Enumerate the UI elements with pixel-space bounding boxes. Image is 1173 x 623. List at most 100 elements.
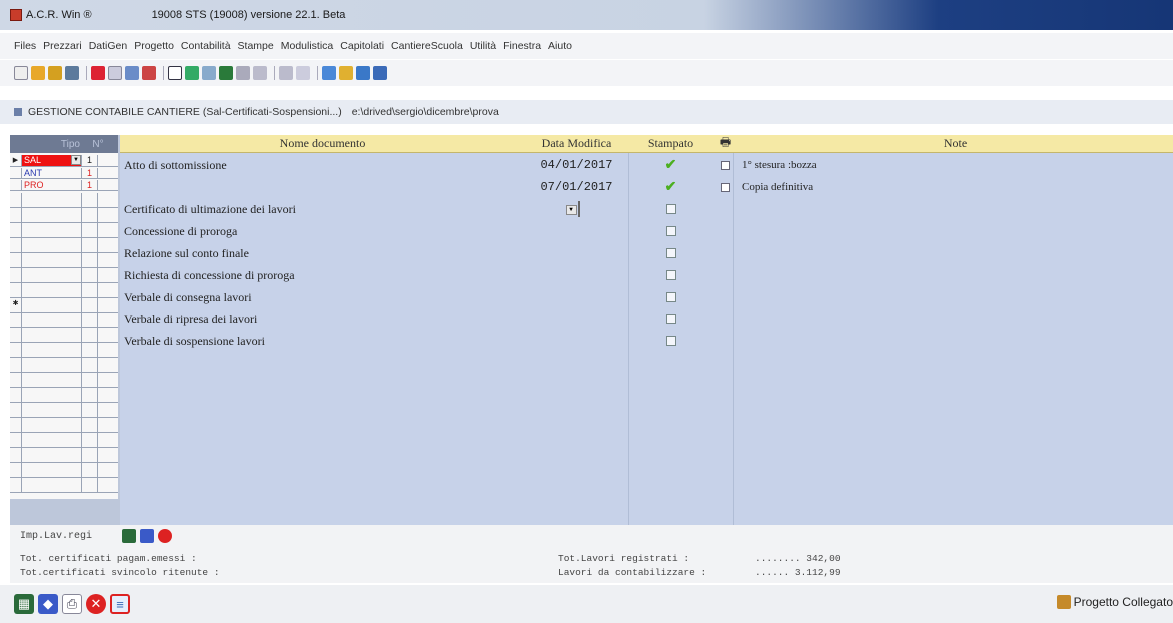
menu-capitolati[interactable]: Capitolati xyxy=(340,40,384,52)
table-row[interactable] xyxy=(10,313,118,328)
printed-check-icon[interactable]: ✔ xyxy=(628,157,713,174)
redo-icon[interactable] xyxy=(296,66,310,80)
table-row[interactable]: Atto di sottomissione 04/01/2017 ✔ 1° st… xyxy=(120,154,1173,176)
menu-modulistica[interactable]: Modulistica xyxy=(281,40,334,52)
columns-icon[interactable] xyxy=(253,66,267,80)
printed-checkbox[interactable] xyxy=(628,204,713,214)
table-row[interactable] xyxy=(10,388,118,403)
table-row[interactable]: 07/01/2017 ✔ Copia definitiva xyxy=(120,176,1173,198)
note-icon[interactable] xyxy=(713,182,738,192)
printed-checkbox[interactable] xyxy=(628,336,713,346)
table-row[interactable]: ANT 1 xyxy=(10,168,118,179)
close-icon[interactable] xyxy=(158,529,172,543)
table-row[interactable]: ✱ xyxy=(10,298,118,313)
table-row[interactable] xyxy=(10,328,118,343)
table-row[interactable]: PRO 1 xyxy=(10,180,118,191)
table-row[interactable] xyxy=(10,478,118,493)
chevron-down-icon[interactable]: ▼ xyxy=(71,155,81,165)
type-cell[interactable]: SAL ▼ xyxy=(22,155,82,166)
header-printed[interactable]: Stampato xyxy=(628,136,713,151)
note-icon[interactable] xyxy=(713,160,738,170)
certificates-release-label: Tot.certificati svincolo ritenute : xyxy=(20,567,220,578)
header-name[interactable]: Nome documento xyxy=(120,136,525,151)
table-row[interactable] xyxy=(10,403,118,418)
table-row[interactable] xyxy=(10,373,118,388)
menu-stampe[interactable]: Stampe xyxy=(238,40,274,52)
preview-icon[interactable] xyxy=(168,66,182,80)
bottom-toolbar: ▦ ◆ ⎙ ✕ ≡ xyxy=(0,585,1173,623)
print-icon[interactable]: ⎙ xyxy=(62,594,82,614)
table-row[interactable] xyxy=(10,433,118,448)
header-date[interactable]: Data Modifica xyxy=(525,136,628,151)
table-row[interactable] xyxy=(10,463,118,478)
menu-datigen[interactable]: DatiGen xyxy=(89,40,128,52)
menu-contabilita[interactable]: Contabilità xyxy=(181,40,231,52)
table-row[interactable] xyxy=(10,418,118,433)
printer-icon[interactable]: 🖶 xyxy=(713,133,738,154)
table-row[interactable]: Concessione di proroga xyxy=(120,220,1173,242)
link-icon[interactable] xyxy=(125,66,139,80)
chart-icon[interactable] xyxy=(185,66,199,80)
menu-utilita[interactable]: Utilità xyxy=(470,40,496,52)
calculator-icon[interactable]: ▦ xyxy=(14,594,34,614)
table-row[interactable] xyxy=(10,448,118,463)
sort-icon[interactable] xyxy=(236,66,250,80)
undo-icon[interactable] xyxy=(279,66,293,80)
copy-icon[interactable] xyxy=(108,66,122,80)
table-row[interactable] xyxy=(10,193,118,208)
close-doc-icon[interactable] xyxy=(91,66,105,80)
open-folder-icon[interactable] xyxy=(31,66,45,80)
table-row[interactable]: Richiesta di concessione di proroga xyxy=(120,264,1173,286)
table-row[interactable] xyxy=(10,238,118,253)
printed-checkbox[interactable] xyxy=(628,270,713,280)
monitor-icon[interactable] xyxy=(373,66,387,80)
report-icon[interactable]: ≡ xyxy=(110,594,130,614)
window-icon[interactable] xyxy=(322,66,336,80)
table-row[interactable] xyxy=(10,223,118,238)
menu-progetto[interactable]: Progetto xyxy=(134,40,174,52)
table-row[interactable]: Certificato di ultimazione dei lavori ▼ xyxy=(120,198,1173,220)
table-row[interactable]: Relazione sul conto finale xyxy=(120,242,1173,264)
menu-cantierescuola[interactable]: CantiereScuola xyxy=(391,40,463,52)
cancel-icon[interactable]: ✕ xyxy=(86,594,106,614)
eraser-icon[interactable] xyxy=(140,529,154,543)
table-row[interactable] xyxy=(10,358,118,373)
menu-prezzari[interactable]: Prezzari xyxy=(43,40,82,52)
new-row-icon: ✱ xyxy=(10,298,22,312)
menu-files[interactable]: Files xyxy=(14,40,36,52)
archive-icon[interactable] xyxy=(65,66,79,80)
folder-icon[interactable] xyxy=(202,66,216,80)
table-row[interactable] xyxy=(10,283,118,298)
table-row[interactable] xyxy=(10,253,118,268)
calc-icon[interactable] xyxy=(122,529,136,543)
printed-checkbox[interactable] xyxy=(628,314,713,324)
date-combo[interactable]: ▼ xyxy=(565,201,580,217)
help-icon[interactable] xyxy=(339,66,353,80)
calendar-icon[interactable] xyxy=(142,66,156,80)
table-row[interactable] xyxy=(10,208,118,223)
table-row[interactable]: Verbale di consegna lavori xyxy=(120,286,1173,308)
menu-finestra[interactable]: Finestra xyxy=(503,40,541,52)
printed-checkbox[interactable] xyxy=(628,248,713,258)
table-row[interactable]: Verbale di sospensione lavori xyxy=(120,330,1173,352)
table-row[interactable] xyxy=(10,268,118,283)
type-cell[interactable]: ANT xyxy=(22,168,82,178)
table-row[interactable]: ▶ SAL ▼ 1 xyxy=(10,155,118,167)
chevron-down-icon[interactable]: ▼ xyxy=(565,205,577,215)
wizard-icon[interactable] xyxy=(48,66,62,80)
excel-icon[interactable] xyxy=(219,66,233,80)
type-cell[interactable]: PRO xyxy=(22,180,82,190)
linked-project-button[interactable]: Progetto Collegato xyxy=(1056,595,1173,609)
new-file-icon[interactable] xyxy=(14,66,28,80)
printed-checkbox[interactable] xyxy=(628,292,713,302)
table-row[interactable] xyxy=(10,343,118,358)
table-row[interactable]: Verbale di ripresa dei lavori xyxy=(120,308,1173,330)
header-note[interactable]: Note xyxy=(738,136,1173,151)
printed-checkbox[interactable] xyxy=(628,226,713,236)
search-icon[interactable] xyxy=(356,66,370,80)
eraser-icon[interactable]: ◆ xyxy=(38,594,58,614)
printed-check-icon[interactable]: ✔ xyxy=(628,179,713,196)
window-icon xyxy=(14,108,22,116)
menu-aiuto[interactable]: Aiuto xyxy=(548,40,572,52)
document-date-combo[interactable]: ▼ xyxy=(525,201,628,217)
